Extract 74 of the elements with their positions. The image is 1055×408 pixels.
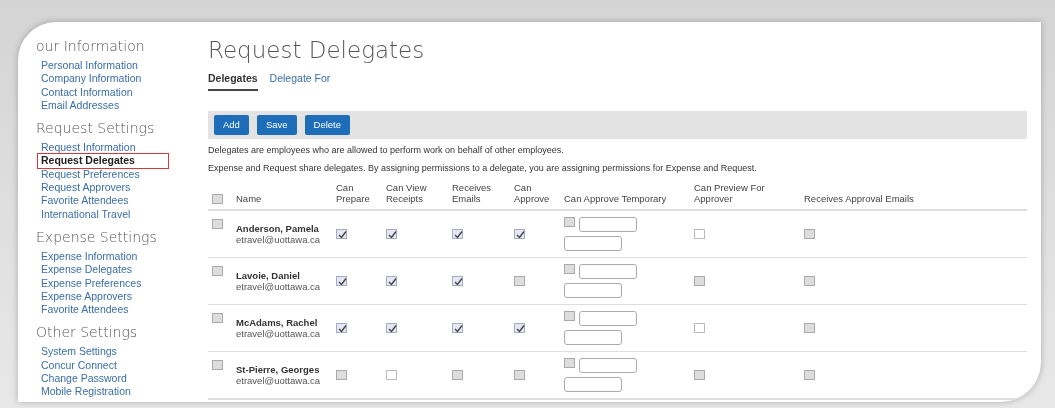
date-field[interactable] bbox=[564, 235, 622, 251]
date-field[interactable] bbox=[564, 282, 622, 298]
column-header: Can Approve bbox=[510, 179, 560, 210]
delegate-name: Anderson, Pamela bbox=[236, 222, 320, 234]
checkbox[interactable] bbox=[452, 323, 463, 334]
checkbox[interactable] bbox=[212, 193, 223, 204]
section-heading: Request Settings bbox=[36, 119, 156, 139]
section-heading: Expense Settings bbox=[36, 227, 158, 247]
checkbox[interactable] bbox=[336, 276, 347, 287]
sidebar-link[interactable]: Expense Preferences bbox=[38, 276, 145, 290]
checkbox[interactable] bbox=[386, 323, 397, 334]
section-heading: our Information bbox=[36, 37, 146, 56]
section-heading: Other Settings bbox=[36, 323, 139, 343]
info-text: Delegates are employees who are allowed to perform work on behalf of other employees. bbox=[208, 143, 565, 157]
checkbox[interactable] bbox=[694, 323, 705, 334]
tab[interactable]: Delegate For bbox=[269, 71, 331, 91]
checkbox[interactable] bbox=[514, 323, 525, 334]
checkbox[interactable] bbox=[694, 229, 705, 240]
delegate-email: etravel@uottawa.ca bbox=[236, 374, 322, 386]
delegate-name: St-Pierre, Georges bbox=[236, 363, 321, 375]
column-header: Can Preview For Approver bbox=[690, 179, 800, 210]
delegate-email: etravel@uottawa.ca bbox=[236, 327, 322, 339]
info-text: Expense and Request share delegates. By assigning permissions to a delegate, you are assigning permissions for Expense and Request. bbox=[208, 162, 758, 176]
delegate-email: etravel@uottawa.ca bbox=[236, 233, 322, 245]
column-header: Receives Approval Emails bbox=[800, 179, 1027, 210]
checkbox[interactable] bbox=[212, 219, 223, 230]
date-field[interactable] bbox=[564, 376, 622, 392]
checkbox[interactable] bbox=[212, 360, 223, 371]
checkbox[interactable] bbox=[212, 313, 223, 324]
page-title: Request Delegates bbox=[208, 36, 426, 65]
sidebar-link[interactable]: Change Password bbox=[38, 372, 130, 386]
sidebar-link[interactable]: Request Delegates bbox=[38, 154, 168, 168]
checkbox[interactable] bbox=[336, 229, 347, 240]
checkbox[interactable] bbox=[212, 266, 223, 277]
sidebar-link[interactable]: Favorite Attendees bbox=[38, 303, 132, 317]
date-field[interactable] bbox=[579, 263, 637, 279]
delegate-name: Lavoie, Daniel bbox=[236, 269, 301, 281]
sidebar-link[interactable]: Personal Information bbox=[38, 59, 141, 73]
checkbox[interactable] bbox=[386, 276, 397, 287]
checkbox[interactable] bbox=[452, 276, 463, 287]
sidebar-link[interactable]: Expense Approvers bbox=[38, 289, 136, 304]
toolbar-button[interactable]: Add bbox=[214, 114, 249, 135]
column-header: Name bbox=[232, 179, 332, 210]
checkbox[interactable] bbox=[336, 323, 347, 334]
date-field[interactable] bbox=[579, 310, 637, 326]
sidebar-link[interactable]: System Settings bbox=[38, 345, 120, 359]
sidebar-link[interactable]: Favorite Attendees bbox=[38, 194, 132, 208]
column-header: Receives Emails bbox=[448, 179, 510, 210]
checkbox[interactable] bbox=[386, 370, 397, 381]
sidebar-link[interactable]: Request Approvers bbox=[38, 181, 134, 195]
delegate-name: McAdams, Rachel bbox=[236, 316, 319, 328]
sidebar-link[interactable]: Request Information bbox=[38, 141, 139, 155]
sidebar-link[interactable]: Contact Information bbox=[38, 85, 136, 99]
sidebar-link[interactable]: Expense Information bbox=[38, 249, 141, 264]
sidebar-link[interactable]: Email Addresses bbox=[38, 98, 123, 113]
column-header: Can View Receipts bbox=[382, 179, 448, 210]
sidebar-link[interactable]: International Travel bbox=[38, 207, 134, 221]
sidebar-link[interactable]: Company Information bbox=[38, 72, 145, 86]
delegate-email: etravel@uottawa.ca bbox=[236, 280, 322, 292]
checkbox[interactable] bbox=[452, 229, 463, 240]
sidebar-link[interactable]: Concur Connect bbox=[38, 358, 120, 373]
sidebar-link[interactable]: Expense Delegates bbox=[38, 263, 136, 277]
column-header: Can Approve Temporary bbox=[560, 179, 690, 210]
date-field[interactable] bbox=[579, 216, 637, 232]
date-field[interactable] bbox=[579, 357, 637, 373]
checkbox[interactable] bbox=[386, 229, 397, 240]
sidebar-link[interactable]: Request Preferences bbox=[38, 167, 143, 182]
toolbar-button[interactable]: Delete bbox=[304, 114, 351, 135]
column-header: Can Prepare bbox=[332, 179, 382, 210]
checkbox[interactable] bbox=[514, 229, 525, 240]
date-field[interactable] bbox=[564, 329, 622, 345]
sidebar-link[interactable]: Mobile Registration bbox=[38, 385, 134, 399]
toolbar-button[interactable]: Save bbox=[256, 114, 297, 135]
tab[interactable]: Delegates bbox=[208, 71, 258, 91]
